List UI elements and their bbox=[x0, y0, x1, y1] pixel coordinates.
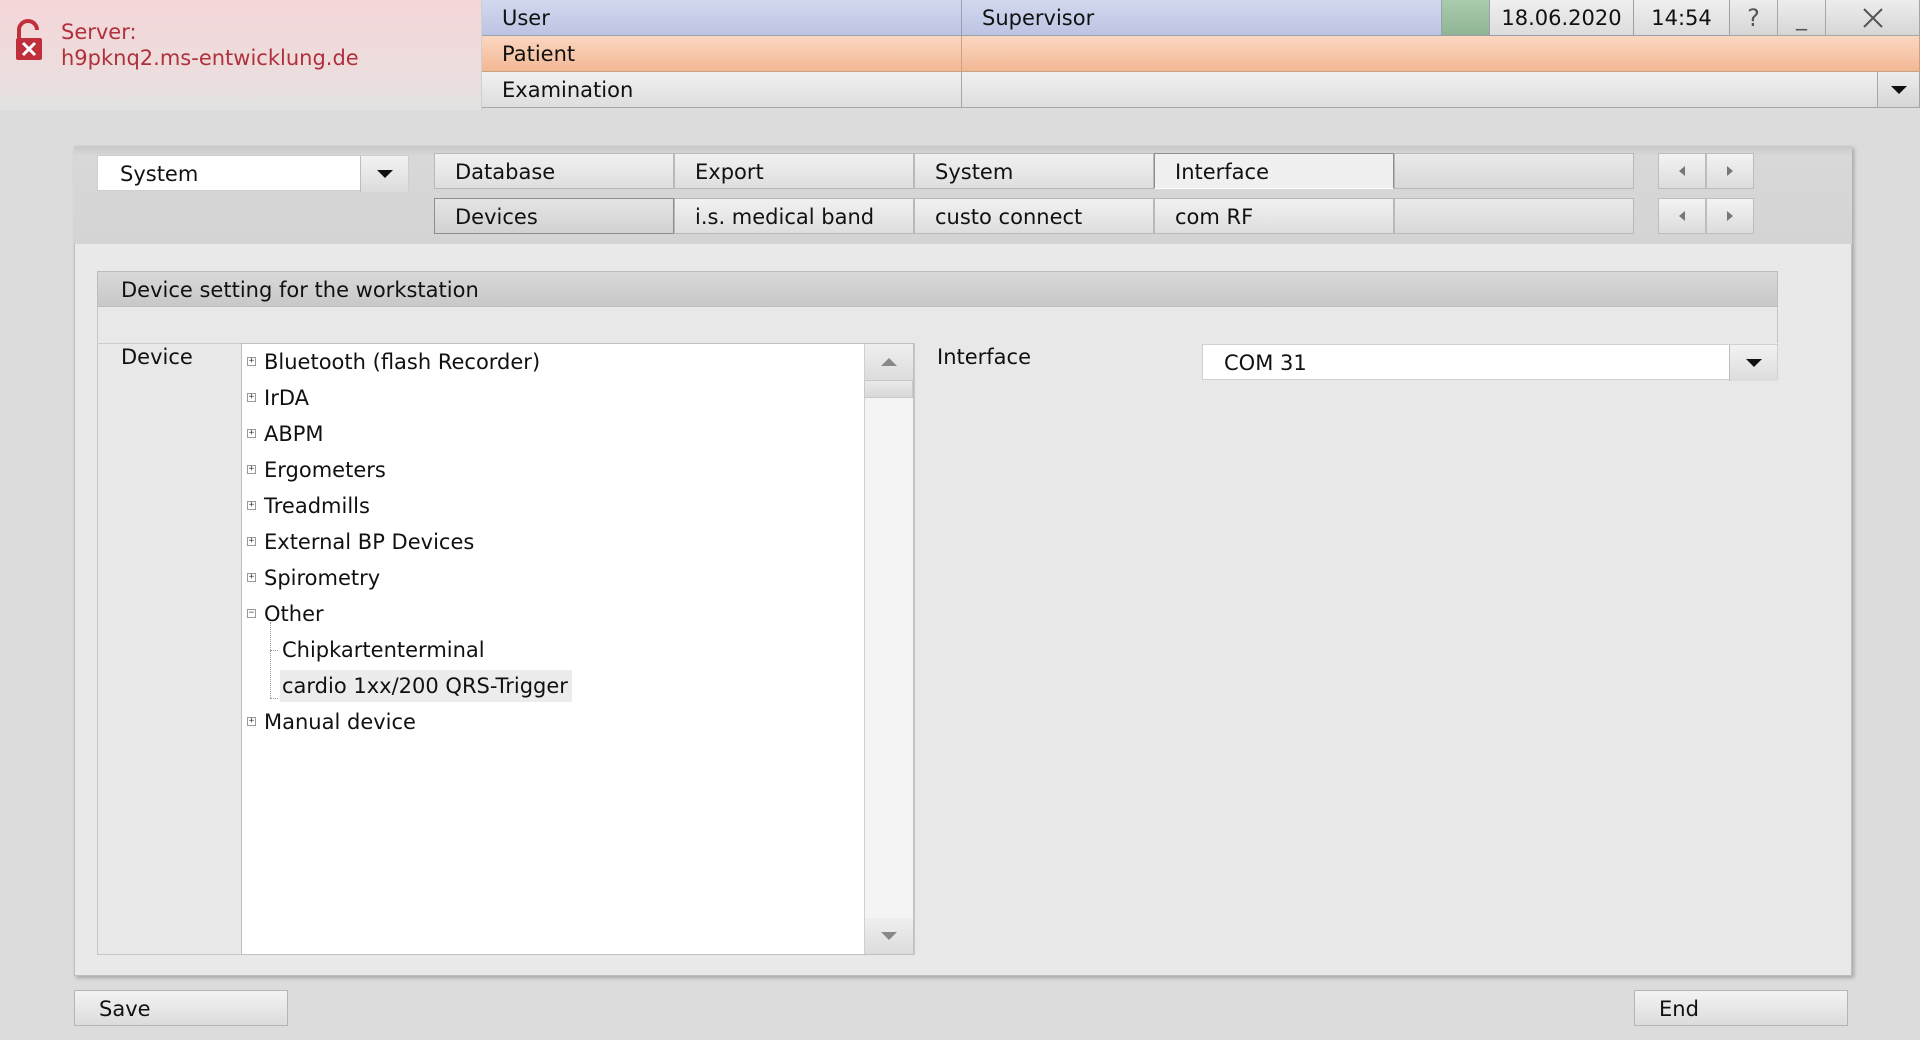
examination-value[interactable] bbox=[962, 72, 1878, 108]
examination-label: Examination bbox=[482, 72, 962, 108]
user-value[interactable]: Supervisor bbox=[962, 0, 1442, 36]
time-display: 14:54 bbox=[1634, 0, 1730, 36]
expand-icon[interactable]: + bbox=[247, 501, 256, 510]
tab-database[interactable]: Database bbox=[434, 153, 674, 189]
status-indicator bbox=[1442, 0, 1490, 36]
expand-icon[interactable]: + bbox=[247, 429, 256, 438]
chevron-down-icon bbox=[1890, 85, 1907, 94]
scroll-thumb[interactable] bbox=[864, 380, 913, 398]
interface-select-value: COM 31 bbox=[1224, 351, 1307, 375]
tree-item-label: IrDA bbox=[264, 386, 309, 410]
category-dropdown-button[interactable] bbox=[360, 156, 408, 192]
tree-item-label: ABPM bbox=[264, 422, 324, 446]
tree-item-label: Ergometers bbox=[264, 458, 386, 482]
category-select-value: System bbox=[120, 162, 199, 186]
device-label: Device bbox=[121, 345, 193, 369]
subtab-empty bbox=[1394, 198, 1634, 234]
tree-item-label: Chipkartenterminal bbox=[282, 638, 485, 662]
tree-item[interactable]: + ABPM bbox=[247, 418, 324, 450]
tabs-scroll-right-button[interactable] bbox=[1706, 153, 1754, 189]
tree-item[interactable]: + Manual device bbox=[247, 706, 416, 738]
triangle-left-icon bbox=[1679, 211, 1685, 221]
minimize-icon: _ bbox=[1796, 6, 1807, 31]
tree-item[interactable]: + IrDA bbox=[247, 382, 309, 414]
expand-icon[interactable]: + bbox=[247, 537, 256, 546]
device-details-pane bbox=[914, 343, 1778, 955]
user-label: User bbox=[482, 0, 962, 36]
expand-icon[interactable]: + bbox=[247, 393, 256, 402]
chevron-down-icon bbox=[1745, 359, 1762, 367]
tabs-scroll-left-button[interactable] bbox=[1658, 153, 1706, 189]
expand-icon[interactable]: + bbox=[247, 357, 256, 366]
save-button[interactable]: Save bbox=[74, 990, 288, 1026]
tree-item-label: Other bbox=[264, 602, 324, 626]
subtab-devices[interactable]: Devices bbox=[434, 198, 674, 234]
examination-dropdown-button[interactable] bbox=[1878, 72, 1920, 108]
tab-interface[interactable]: Interface bbox=[1154, 153, 1394, 189]
category-select[interactable]: System bbox=[97, 155, 409, 192]
interface-select[interactable]: COM 31 bbox=[1202, 344, 1778, 381]
tree-item-label: External BP Devices bbox=[264, 530, 475, 554]
patient-value[interactable] bbox=[962, 36, 1920, 72]
end-button[interactable]: End bbox=[1634, 990, 1848, 1026]
server-name: h9pknq2.ms-entwicklung.de bbox=[61, 46, 359, 70]
expand-icon[interactable]: + bbox=[247, 573, 256, 582]
help-button[interactable]: ? bbox=[1730, 0, 1778, 36]
triangle-right-icon bbox=[1727, 166, 1733, 176]
tab-empty bbox=[1394, 153, 1634, 189]
tree-item-label: Bluetooth (flash Recorder) bbox=[264, 350, 541, 374]
triangle-down-icon bbox=[881, 932, 897, 940]
subtab-custo-connect[interactable]: custo connect bbox=[914, 198, 1154, 234]
tab-export[interactable]: Export bbox=[674, 153, 914, 189]
minimize-button[interactable]: _ bbox=[1778, 0, 1826, 36]
tree-item-label: cardio 1xx/200 QRS-Trigger bbox=[282, 674, 568, 698]
help-icon: ? bbox=[1747, 3, 1760, 32]
subtabs-scroll-left-button[interactable] bbox=[1658, 198, 1706, 234]
tree-item[interactable]: + Treadmills bbox=[247, 490, 370, 522]
tree-connector bbox=[270, 622, 271, 698]
tree-connector bbox=[270, 650, 278, 651]
group-title: Device setting for the workstation bbox=[97, 271, 1778, 307]
tree-child-item-selected[interactable]: cardio 1xx/200 QRS-Trigger bbox=[280, 670, 572, 702]
server-label: Server: bbox=[61, 20, 137, 44]
subtabs-scroll-right-button[interactable] bbox=[1706, 198, 1754, 234]
scroll-up-button[interactable] bbox=[864, 344, 913, 380]
tree-item[interactable]: + Ergometers bbox=[247, 454, 386, 486]
collapse-icon[interactable]: − bbox=[247, 609, 256, 618]
tab-system[interactable]: System bbox=[914, 153, 1154, 189]
interface-label: Interface bbox=[937, 345, 1032, 369]
tree-item-label: Manual device bbox=[264, 710, 416, 734]
scroll-down-button[interactable] bbox=[864, 918, 913, 954]
tree-item[interactable]: + Bluetooth (flash Recorder) bbox=[247, 346, 541, 378]
chevron-down-icon bbox=[376, 170, 393, 178]
expand-icon[interactable]: + bbox=[247, 465, 256, 474]
subtab-medical-band[interactable]: i.s. medical band bbox=[674, 198, 914, 234]
close-button[interactable] bbox=[1826, 0, 1920, 36]
tree-item-label: Spirometry bbox=[264, 566, 381, 590]
interface-dropdown-button[interactable] bbox=[1729, 345, 1777, 381]
triangle-right-icon bbox=[1727, 211, 1733, 221]
tree-child-item[interactable]: Chipkartenterminal bbox=[282, 634, 485, 666]
tree-item[interactable]: − Other bbox=[247, 598, 324, 630]
expand-icon[interactable]: + bbox=[247, 717, 256, 726]
tree-item[interactable]: + External BP Devices bbox=[247, 526, 475, 558]
date-display: 18.06.2020 bbox=[1490, 0, 1634, 36]
lock-open-error-icon bbox=[12, 18, 48, 62]
triangle-up-icon bbox=[881, 358, 897, 366]
tree-scrollbar[interactable] bbox=[864, 344, 913, 954]
close-icon bbox=[1862, 7, 1883, 28]
patient-label: Patient bbox=[482, 36, 962, 72]
subtab-com-rf[interactable]: com RF bbox=[1154, 198, 1394, 234]
tree-item[interactable]: + Spirometry bbox=[247, 562, 381, 594]
tree-connector bbox=[270, 698, 278, 699]
triangle-left-icon bbox=[1679, 166, 1685, 176]
tree-item-label: Treadmills bbox=[264, 494, 370, 518]
